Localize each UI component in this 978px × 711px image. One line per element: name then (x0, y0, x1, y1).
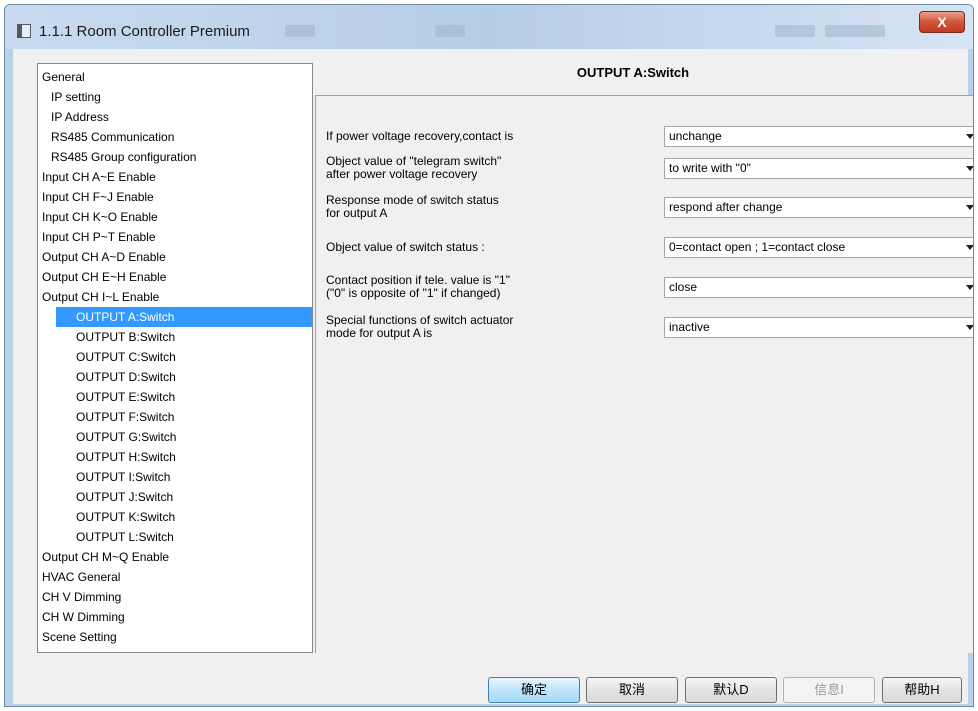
title-bar[interactable]: 1.1.1 Room Controller Premium X (5, 5, 973, 49)
chevron-down-icon[interactable] (966, 245, 973, 250)
param-label: Special functions of switch actuator mod… (326, 314, 513, 340)
param-dropdown[interactable]: respond after change (664, 197, 973, 218)
param-label-line: mode for output A is (326, 326, 433, 340)
ok-button[interactable]: 确定 (488, 677, 580, 703)
dialog-client-area: General IP setting IP Address RS485 Communi… (13, 49, 973, 704)
tree-item[interactable]: Output CH M~Q Enable (38, 547, 175, 567)
param-label: Object value of switch status : (326, 241, 485, 254)
param-dropdown[interactable]: close (664, 277, 973, 298)
tree-item[interactable]: Input CH F~J Enable (38, 187, 160, 207)
tree-item[interactable]: OUTPUT L:Switch (38, 527, 180, 547)
chevron-down-icon[interactable] (966, 285, 973, 290)
param-dropdown[interactable]: inactive (664, 317, 973, 338)
chevron-down-icon[interactable] (966, 205, 973, 210)
tree-item[interactable]: OUTPUT I:Switch (38, 467, 176, 487)
tree-item[interactable]: OUTPUT C:Switch (38, 347, 182, 367)
tree-item[interactable]: IP setting (38, 87, 107, 107)
parameter-tree[interactable]: General IP setting IP Address RS485 Communi… (37, 63, 313, 653)
tree-item[interactable]: OUTPUT G:Switch (38, 427, 182, 447)
tree-item[interactable]: OUTPUT J:Switch (38, 487, 179, 507)
tree-item[interactable]: HVAC General (38, 567, 126, 587)
dropdown-value: unchange (669, 129, 722, 143)
blurred-region (435, 25, 465, 37)
dropdown-value: respond after change (669, 200, 783, 214)
param-dropdown[interactable]: to write with "0" (664, 158, 973, 179)
blurred-region (285, 25, 315, 37)
tree-item[interactable]: OUTPUT K:Switch (38, 507, 181, 527)
param-label-line: Object value of switch status : (326, 240, 485, 254)
param-dropdown[interactable]: 0=contact open ; 1=contact close (664, 237, 973, 258)
tree-item[interactable]: RS485 Communication (38, 127, 180, 147)
chevron-down-icon[interactable] (966, 166, 973, 171)
tree-item[interactable]: OUTPUT A:Switch (56, 307, 312, 327)
tree-item[interactable]: OUTPUT H:Switch (38, 447, 182, 467)
parameter-panel: If power voltage recovery,contact is unch… (315, 95, 973, 653)
tree-item[interactable]: CH V Dimming (38, 587, 127, 607)
app-icon (17, 24, 31, 38)
panel-title: OUTPUT A:Switch (576, 65, 690, 80)
tree-item[interactable]: OUTPUT D:Switch (38, 367, 182, 387)
tree-item[interactable]: RS485 Group configuration (38, 147, 202, 167)
window-title: 1.1.1 Room Controller Premium (39, 23, 250, 40)
tree-item[interactable]: Output CH E~H Enable (38, 267, 172, 287)
param-label: Response mode of switch status for output… (326, 194, 499, 220)
tree-item[interactable]: IP Address (38, 107, 115, 127)
chevron-down-icon[interactable] (966, 325, 973, 330)
param-label-line: for output A (326, 206, 388, 220)
dropdown-value: close (669, 280, 698, 294)
dropdown-value: inactive (669, 320, 710, 334)
param-dropdown[interactable]: unchange (664, 126, 973, 147)
tree-item[interactable]: OUTPUT B:Switch (38, 327, 181, 347)
tree-item[interactable]: Input CH K~O Enable (38, 207, 164, 227)
chevron-down-icon[interactable] (966, 134, 973, 139)
close-button[interactable]: X (919, 11, 965, 33)
cancel-button[interactable]: 取消 (586, 677, 678, 703)
tree-item[interactable]: CH W Dimming (38, 607, 131, 627)
blurred-region (825, 25, 885, 37)
param-label-line: If power voltage recovery,contact is (326, 129, 514, 143)
default-button[interactable]: 默认D (685, 677, 777, 703)
tree-item[interactable]: Input CH P~T Enable (38, 227, 162, 247)
param-label: Contact position if tele. value is "1" (… (326, 274, 510, 300)
tree-item[interactable]: Input CH A~E Enable (38, 167, 162, 187)
tree-item[interactable]: General (38, 67, 91, 87)
param-label: Object value of "telegram switch" after p… (326, 155, 501, 181)
tree-item[interactable]: OUTPUT E:Switch (38, 387, 181, 407)
param-label: If power voltage recovery,contact is (326, 130, 513, 143)
param-label-line: ("0" is opposite of "1" if changed) (326, 286, 501, 300)
main-window: 1.1.1 Room Controller Premium X General I… (4, 4, 974, 707)
tree-item[interactable]: Output CH I~L Enable (38, 287, 165, 307)
blurred-region (775, 25, 815, 37)
info-button: 信息I (783, 677, 875, 703)
tree-item[interactable]: Scene Setting (38, 627, 123, 647)
param-label-line: after power voltage recovery (326, 167, 478, 181)
dropdown-value: 0=contact open ; 1=contact close (669, 240, 846, 254)
tree-item[interactable]: OUTPUT F:Switch (38, 407, 180, 427)
dropdown-value: to write with "0" (669, 161, 751, 175)
tree-item[interactable]: Output CH A~D Enable (38, 247, 172, 267)
help-button[interactable]: 帮助H (882, 677, 962, 703)
